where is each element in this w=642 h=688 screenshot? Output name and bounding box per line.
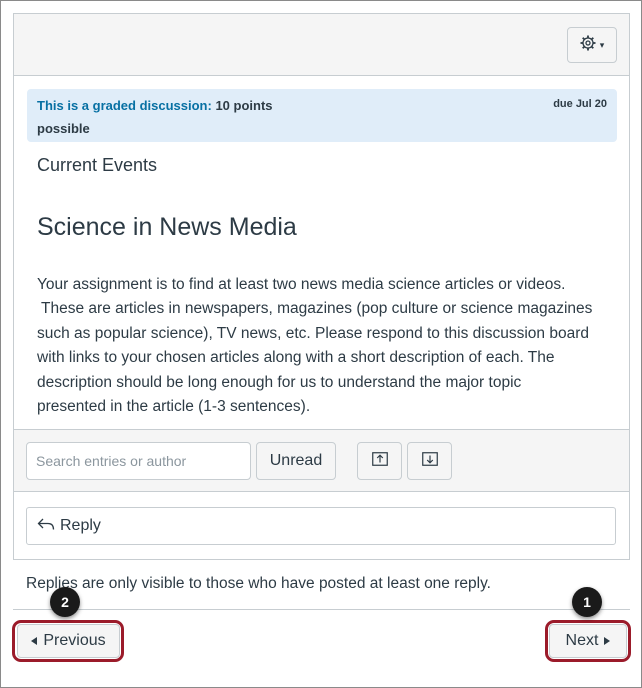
callout-badge-2: 2 <box>50 587 80 617</box>
body-line: presented in the article (1-3 sentences)… <box>37 398 311 416</box>
due-date: due Jul 20 <box>553 98 607 110</box>
unread-filter-button[interactable]: Unread <box>256 442 336 480</box>
arrow-up-tray-icon <box>371 451 388 471</box>
reply-label: Reply <box>60 517 101 534</box>
body-line: Your assignment is to find at least two … <box>37 276 566 293</box>
next-button-highlight <box>545 620 631 662</box>
reply-arrow-icon <box>37 517 55 536</box>
settings-menu-button[interactable]: ▾ <box>567 27 617 63</box>
previous-button-highlight <box>12 620 124 662</box>
discussion-heading: Science in News Media <box>37 213 297 241</box>
discussion-filter-bar: Unread <box>14 429 629 492</box>
footer-divider <box>13 609 630 610</box>
discussion-panel: ▾ This is a graded discussion: 10 points… <box>13 13 630 560</box>
section-title: Current Events <box>37 155 158 175</box>
gear-icon <box>580 35 596 56</box>
callout-badge-1: 1 <box>572 587 602 617</box>
expand-replies-button[interactable] <box>407 442 452 480</box>
body-line: with links to your chosen articles along… <box>37 349 555 367</box>
replies-visibility-notice: Replies are only visible to those who ha… <box>26 575 491 592</box>
body-line: These are articles in newspapers, magazi… <box>37 300 593 318</box>
graded-discussion-link[interactable]: This is a graded discussion: <box>37 98 212 113</box>
reply-button[interactable]: Reply <box>26 507 616 545</box>
arrow-down-tray-icon <box>421 451 438 471</box>
discussion-body: Your assignment is to find at least two … <box>37 273 607 419</box>
graded-info-line: This is a graded discussion: 10 points <box>37 98 273 113</box>
body-line: description should be long enough for us… <box>37 373 522 391</box>
discussion-toolbar: ▾ <box>14 14 629 76</box>
body-line: such as popular science), TV news, etc. … <box>37 324 589 342</box>
chevron-down-icon: ▾ <box>599 39 605 50</box>
graded-discussion-banner: This is a graded discussion: 10 points p… <box>27 89 617 142</box>
points-text: 10 points <box>215 98 273 113</box>
points-possible-text: possible <box>37 121 90 136</box>
search-entries-input[interactable] <box>26 442 251 480</box>
collapse-replies-button[interactable] <box>357 442 402 480</box>
